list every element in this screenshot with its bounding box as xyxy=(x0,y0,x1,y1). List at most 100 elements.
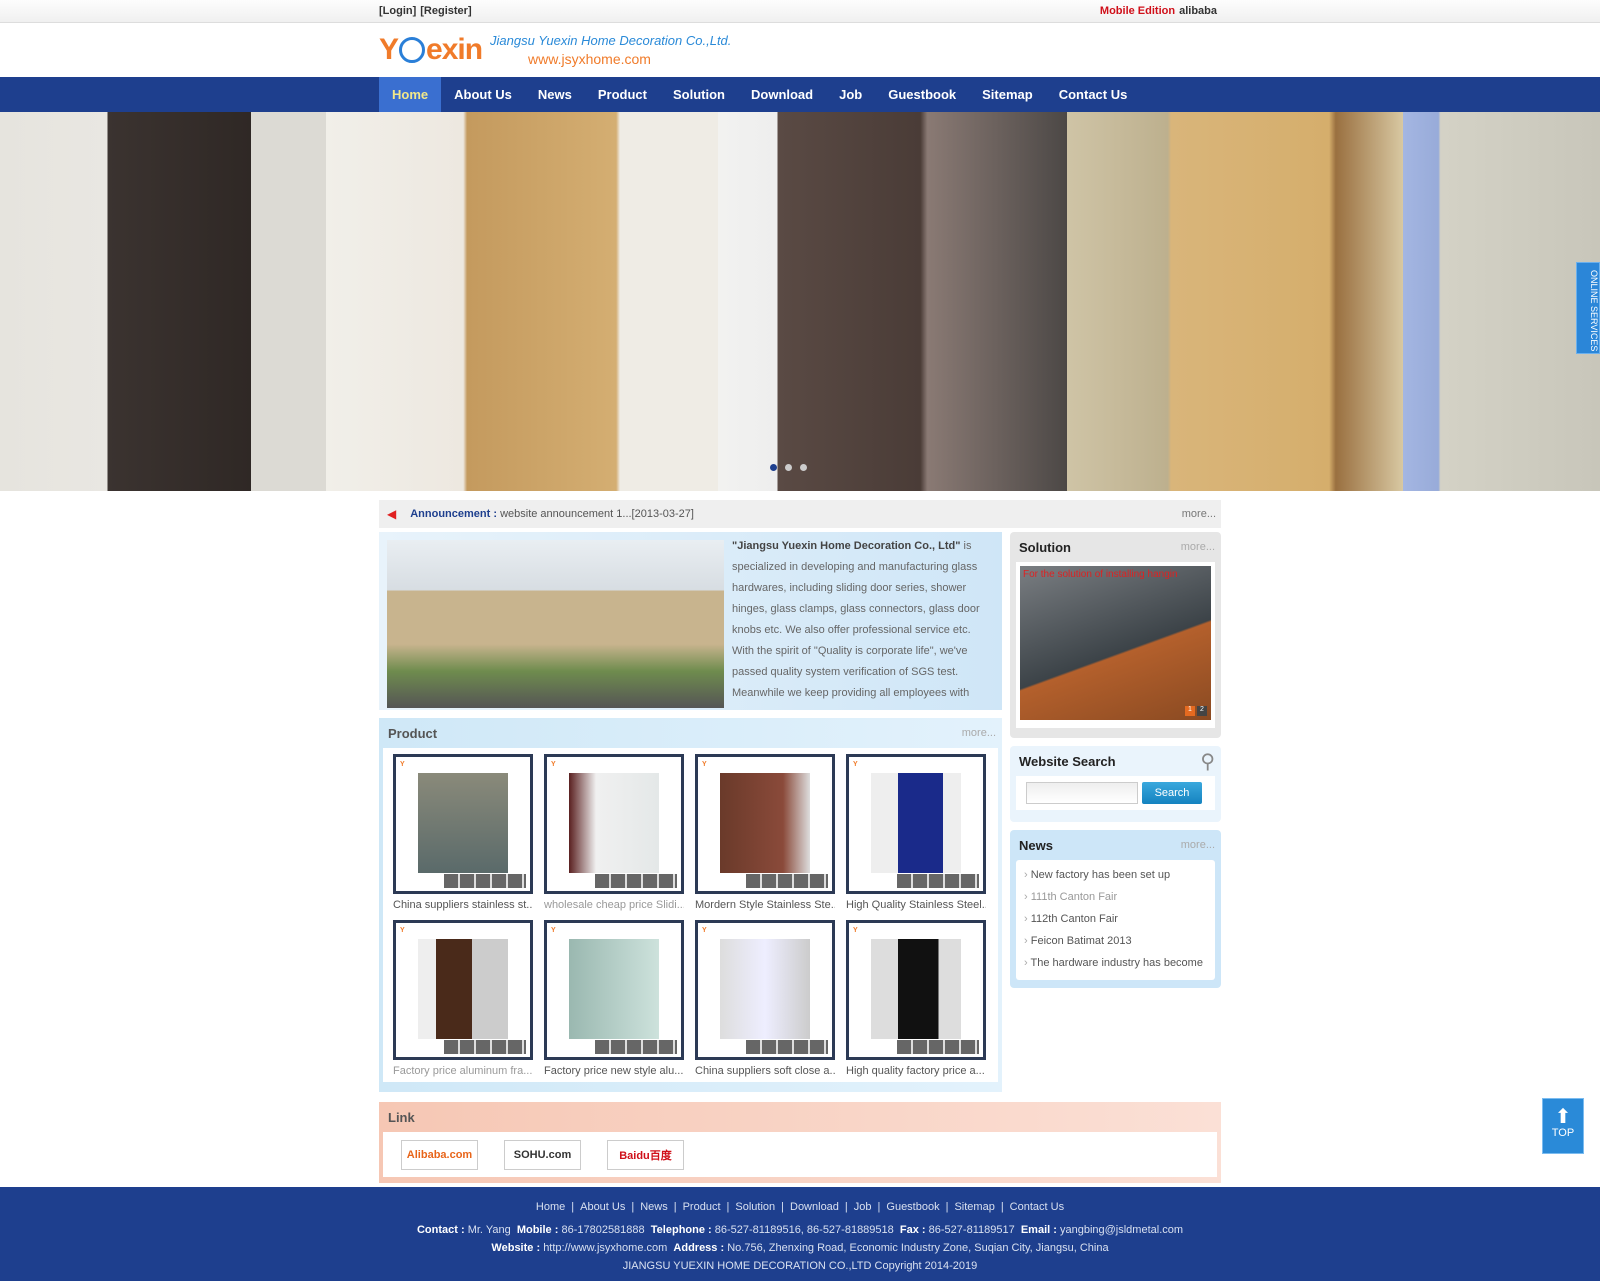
product-more-link[interactable]: more... xyxy=(962,727,996,739)
company-name: Jiangsu Yuexin Home Decoration Co.,Ltd. … xyxy=(490,33,732,67)
product-image[interactable]: Y xyxy=(544,920,684,1060)
product-item[interactable]: Y Mordern Style Stainless Ste.. xyxy=(695,754,835,916)
search-button[interactable]: Search xyxy=(1142,782,1202,804)
news-item[interactable]: The hardware industry has become xyxy=(1024,952,1207,974)
solution-page-1[interactable]: 1 xyxy=(1185,706,1195,716)
certification-icons xyxy=(897,1040,979,1054)
separator: | xyxy=(726,1201,730,1213)
brand-mark: Y xyxy=(702,761,707,768)
separator: | xyxy=(945,1201,949,1213)
nav-item[interactable]: Download xyxy=(738,77,826,112)
product-item[interactable]: Ywholesale cheap price Slidi... xyxy=(544,754,684,916)
brand-mark: Y xyxy=(400,927,405,934)
about-text: "Jiangsu Yuexin Home Decoration Co., Ltd… xyxy=(732,540,980,699)
hero-banner: ONLINE SERVICES xyxy=(0,112,1600,491)
solution-page-2[interactable]: 2 xyxy=(1197,706,1207,716)
footer-link[interactable]: Sitemap xyxy=(954,1201,994,1213)
solution-more-link[interactable]: more... xyxy=(1181,541,1215,553)
solution-slide[interactable]: For the solution of installing hangin 12 xyxy=(1020,566,1211,720)
nav-item[interactable]: Contact Us xyxy=(1046,77,1141,112)
nav-item[interactable]: Home xyxy=(379,77,442,112)
online-services-tab[interactable]: ONLINE SERVICES xyxy=(1576,262,1600,354)
footer-link[interactable]: Product xyxy=(683,1201,721,1213)
product-item[interactable]: Y High Quality Stainless Steel... xyxy=(846,754,986,916)
certification-icons xyxy=(897,874,979,888)
brand-mark: Y xyxy=(853,761,858,768)
footer-link[interactable]: News xyxy=(640,1201,668,1213)
product-caption[interactable]: High quality factory price a... xyxy=(846,1060,986,1082)
announcement-more-link[interactable]: more... xyxy=(1182,508,1216,520)
news-more-link[interactable]: more... xyxy=(1181,839,1215,851)
nav-item[interactable]: News xyxy=(525,77,585,112)
nav-item[interactable]: Job xyxy=(826,77,875,112)
product-caption[interactable]: China suppliers stainless st... xyxy=(393,894,533,916)
logo[interactable]: Yexin xyxy=(379,33,483,67)
banner-slide-image xyxy=(0,112,326,491)
separator: | xyxy=(673,1201,677,1213)
footer-link[interactable]: Guestbook xyxy=(886,1201,939,1213)
footer-link[interactable]: Download xyxy=(790,1201,839,1213)
news-item[interactable]: 112th Canton Fair xyxy=(1024,908,1207,930)
product-caption[interactable]: High Quality Stainless Steel... xyxy=(846,894,986,916)
product-item[interactable]: Y China suppliers stainless st... xyxy=(393,754,533,916)
about-section: "Jiangsu Yuexin Home Decoration Co., Ltd… xyxy=(379,532,1002,710)
baidu-partner-link[interactable]: Baidu百度 xyxy=(607,1139,684,1170)
news-item[interactable]: New factory has been set up xyxy=(1024,864,1207,886)
footer-link[interactable]: Home xyxy=(536,1201,565,1213)
product-item[interactable]: Y China suppliers soft close a.. xyxy=(695,920,835,1082)
product-image[interactable]: Y xyxy=(393,920,533,1060)
separator: | xyxy=(571,1201,575,1213)
product-image[interactable]: Y xyxy=(695,920,835,1060)
brand-mark: Y xyxy=(551,761,556,768)
header: Yexin Jiangsu Yuexin Home Decoration Co.… xyxy=(0,23,1600,77)
alibaba-link[interactable]: alibaba xyxy=(1179,5,1217,17)
product-caption[interactable]: Mordern Style Stainless Ste.. xyxy=(695,894,835,916)
brand-mark: Y xyxy=(702,927,707,934)
slide-dot[interactable] xyxy=(770,464,777,471)
search-box: Website Search ⚲ Search xyxy=(1010,746,1221,822)
alibaba-partner-link[interactable]: Alibaba.com xyxy=(401,1139,478,1170)
news-item[interactable]: 111th Canton Fair xyxy=(1024,886,1207,908)
separator: | xyxy=(781,1201,784,1213)
product-image[interactable]: Y xyxy=(393,754,533,894)
site-url: www.jsyxhome.com xyxy=(528,51,651,67)
login-link[interactable]: [Login] xyxy=(379,5,416,17)
nav-item[interactable]: Solution xyxy=(660,77,738,112)
brand-mark: Y xyxy=(400,761,405,768)
certification-icons xyxy=(746,1040,828,1054)
main-nav: Home About Us News Product Solution Download J… xyxy=(0,77,1600,112)
link-section: Link Alibaba.com SOHU.com Baidu百度 xyxy=(379,1102,1221,1183)
product-item[interactable]: Y High quality factory price a... xyxy=(846,920,986,1082)
nav-item[interactable]: Product xyxy=(585,77,660,112)
copyright: JIANGSU YUEXIN HOME DECORATION CO.,LTD C… xyxy=(622,1260,978,1272)
back-to-top-button[interactable]: ⬆ TOP xyxy=(1542,1098,1584,1154)
nav-item[interactable]: Sitemap xyxy=(969,77,1046,112)
product-image[interactable]: Y xyxy=(544,754,684,894)
banner-slide-image xyxy=(1403,112,1600,491)
speaker-icon: ◀ xyxy=(387,507,397,521)
product-caption[interactable]: Factory price aluminum fra... xyxy=(393,1060,533,1082)
product-item[interactable]: Y Factory price aluminum fra... xyxy=(393,920,533,1082)
product-image[interactable]: Y xyxy=(695,754,835,894)
footer-link[interactable]: Contact Us xyxy=(1010,1201,1064,1213)
product-image[interactable]: Y xyxy=(846,920,986,1060)
mobile-edition-link[interactable]: Mobile Edition xyxy=(1100,5,1175,17)
search-input[interactable] xyxy=(1026,782,1138,804)
product-item[interactable]: Y Factory price new style alu... xyxy=(544,920,684,1082)
product-caption[interactable]: Factory price new style alu... xyxy=(544,1060,684,1082)
register-link[interactable]: [Register] xyxy=(420,5,471,17)
product-caption[interactable]: China suppliers soft close a.. xyxy=(695,1060,835,1082)
nav-item[interactable]: About Us xyxy=(441,77,525,112)
announcement-link[interactable]: website announcement 1...[2013-03-27] xyxy=(500,508,694,520)
product-caption[interactable]: wholesale cheap price Slidi... xyxy=(544,894,684,916)
news-item[interactable]: Feicon Batimat 2013 xyxy=(1024,930,1207,952)
nav-item[interactable]: Guestbook xyxy=(875,77,969,112)
slide-dot[interactable] xyxy=(785,464,792,471)
footer-link[interactable]: About Us xyxy=(580,1201,625,1213)
product-image[interactable]: Y xyxy=(846,754,986,894)
certification-icons xyxy=(595,1040,677,1054)
slide-dot[interactable] xyxy=(800,464,807,471)
sohu-partner-link[interactable]: SOHU.com xyxy=(504,1139,581,1170)
footer-link[interactable]: Solution xyxy=(735,1201,775,1213)
footer-link[interactable]: Job xyxy=(854,1201,872,1213)
